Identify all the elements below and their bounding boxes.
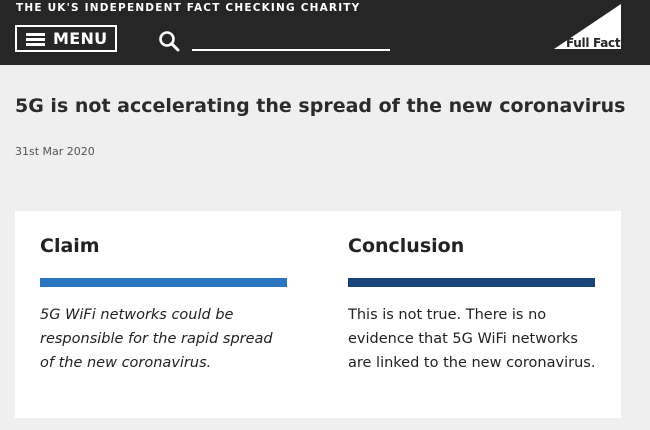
tagline: THE UK'S INDEPENDENT FACT CHECKING CHARI… [16,2,361,14]
menu-label: MENU [53,29,108,48]
claim-conclusion-card: Claim 5G WiFi networks could be responsi… [15,211,621,418]
claim-text: 5G WiFi networks could be responsible fo… [40,307,273,371]
menu-button[interactable]: MENU [15,25,117,52]
hamburger-icon [26,33,45,46]
search-input[interactable] [192,30,390,51]
logo-text: Full Fact [566,36,621,50]
conclusion-heading: Conclusion [348,235,465,257]
claim-bar [40,278,287,287]
claim-heading: Claim [40,235,100,257]
search-icon[interactable] [158,30,180,52]
conclusion-text: This is not true. There is no evidence t… [348,307,596,371]
top-bar: THE UK'S INDEPENDENT FACT CHECKING CHARI… [0,0,650,65]
conclusion-bar [348,278,595,287]
publish-date: 31st Mar 2020 [15,145,95,158]
page-title: 5G is not accelerating the spread of the… [15,95,626,117]
